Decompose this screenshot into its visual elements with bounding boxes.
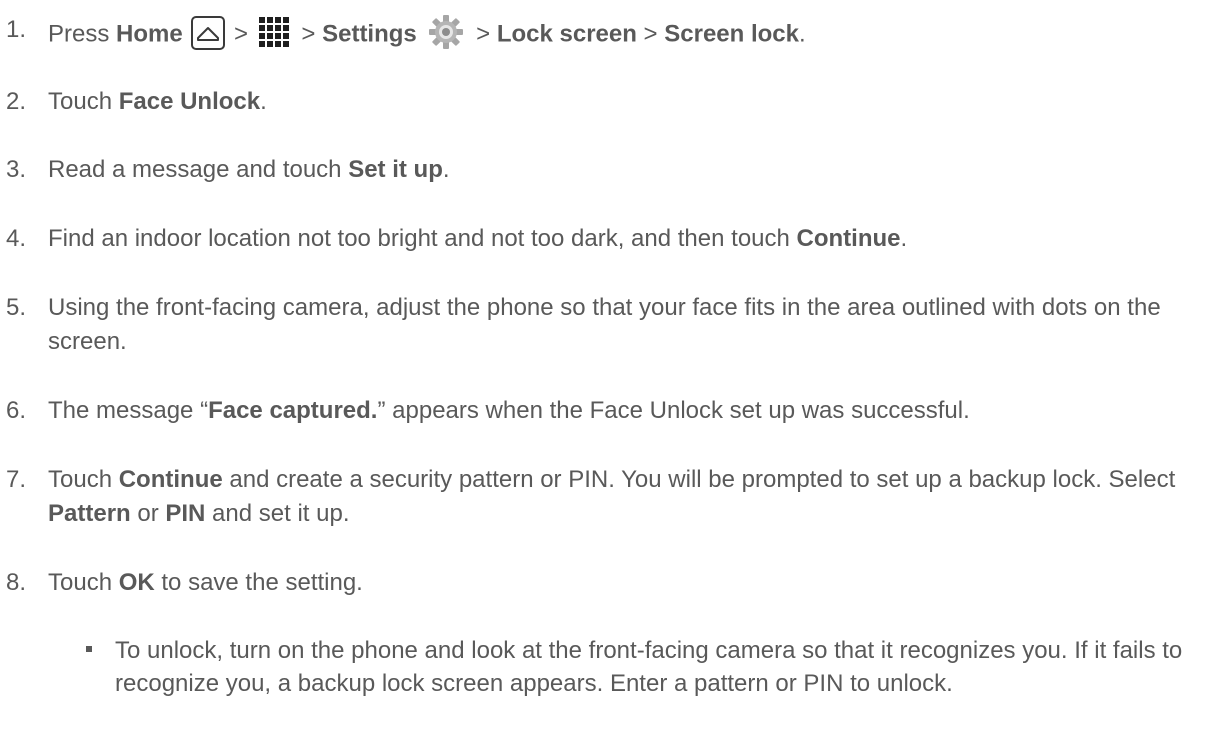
square-bullet-icon bbox=[86, 646, 92, 652]
home-label: Home bbox=[116, 20, 183, 48]
step-number: 4. bbox=[6, 225, 27, 252]
step-number: 3. bbox=[6, 156, 27, 183]
step-number: 2. bbox=[6, 88, 27, 115]
step-number: 8. bbox=[6, 569, 27, 596]
step-text: The message “Face captured.” appears whe… bbox=[48, 397, 970, 424]
step-text: Using the front-facing camera, adjust th… bbox=[48, 294, 1161, 355]
settings-label: Settings bbox=[322, 20, 417, 48]
step-number: 5. bbox=[6, 294, 27, 321]
step-number: 7. bbox=[6, 466, 27, 493]
step-number: 1. bbox=[6, 16, 27, 43]
step-text: Touch Continue and create a security pat… bbox=[48, 466, 1176, 527]
step-text: Read a message and touch Set it up. bbox=[48, 156, 450, 183]
sub-bullet-text: To unlock, turn on the phone and look at… bbox=[115, 637, 1183, 697]
step-text: Find an indoor location not too bright a… bbox=[48, 225, 908, 252]
step-text: Press Home > > Settings > Lock screen > … bbox=[48, 13, 1208, 54]
step-text: Touch OK to save the setting. bbox=[48, 569, 363, 596]
apps-grid-icon bbox=[258, 17, 291, 47]
step-number: 6. bbox=[6, 397, 27, 424]
gear-icon bbox=[427, 13, 465, 51]
home-icon bbox=[191, 16, 226, 50]
step-text: Touch Face Unlock. bbox=[48, 88, 267, 115]
